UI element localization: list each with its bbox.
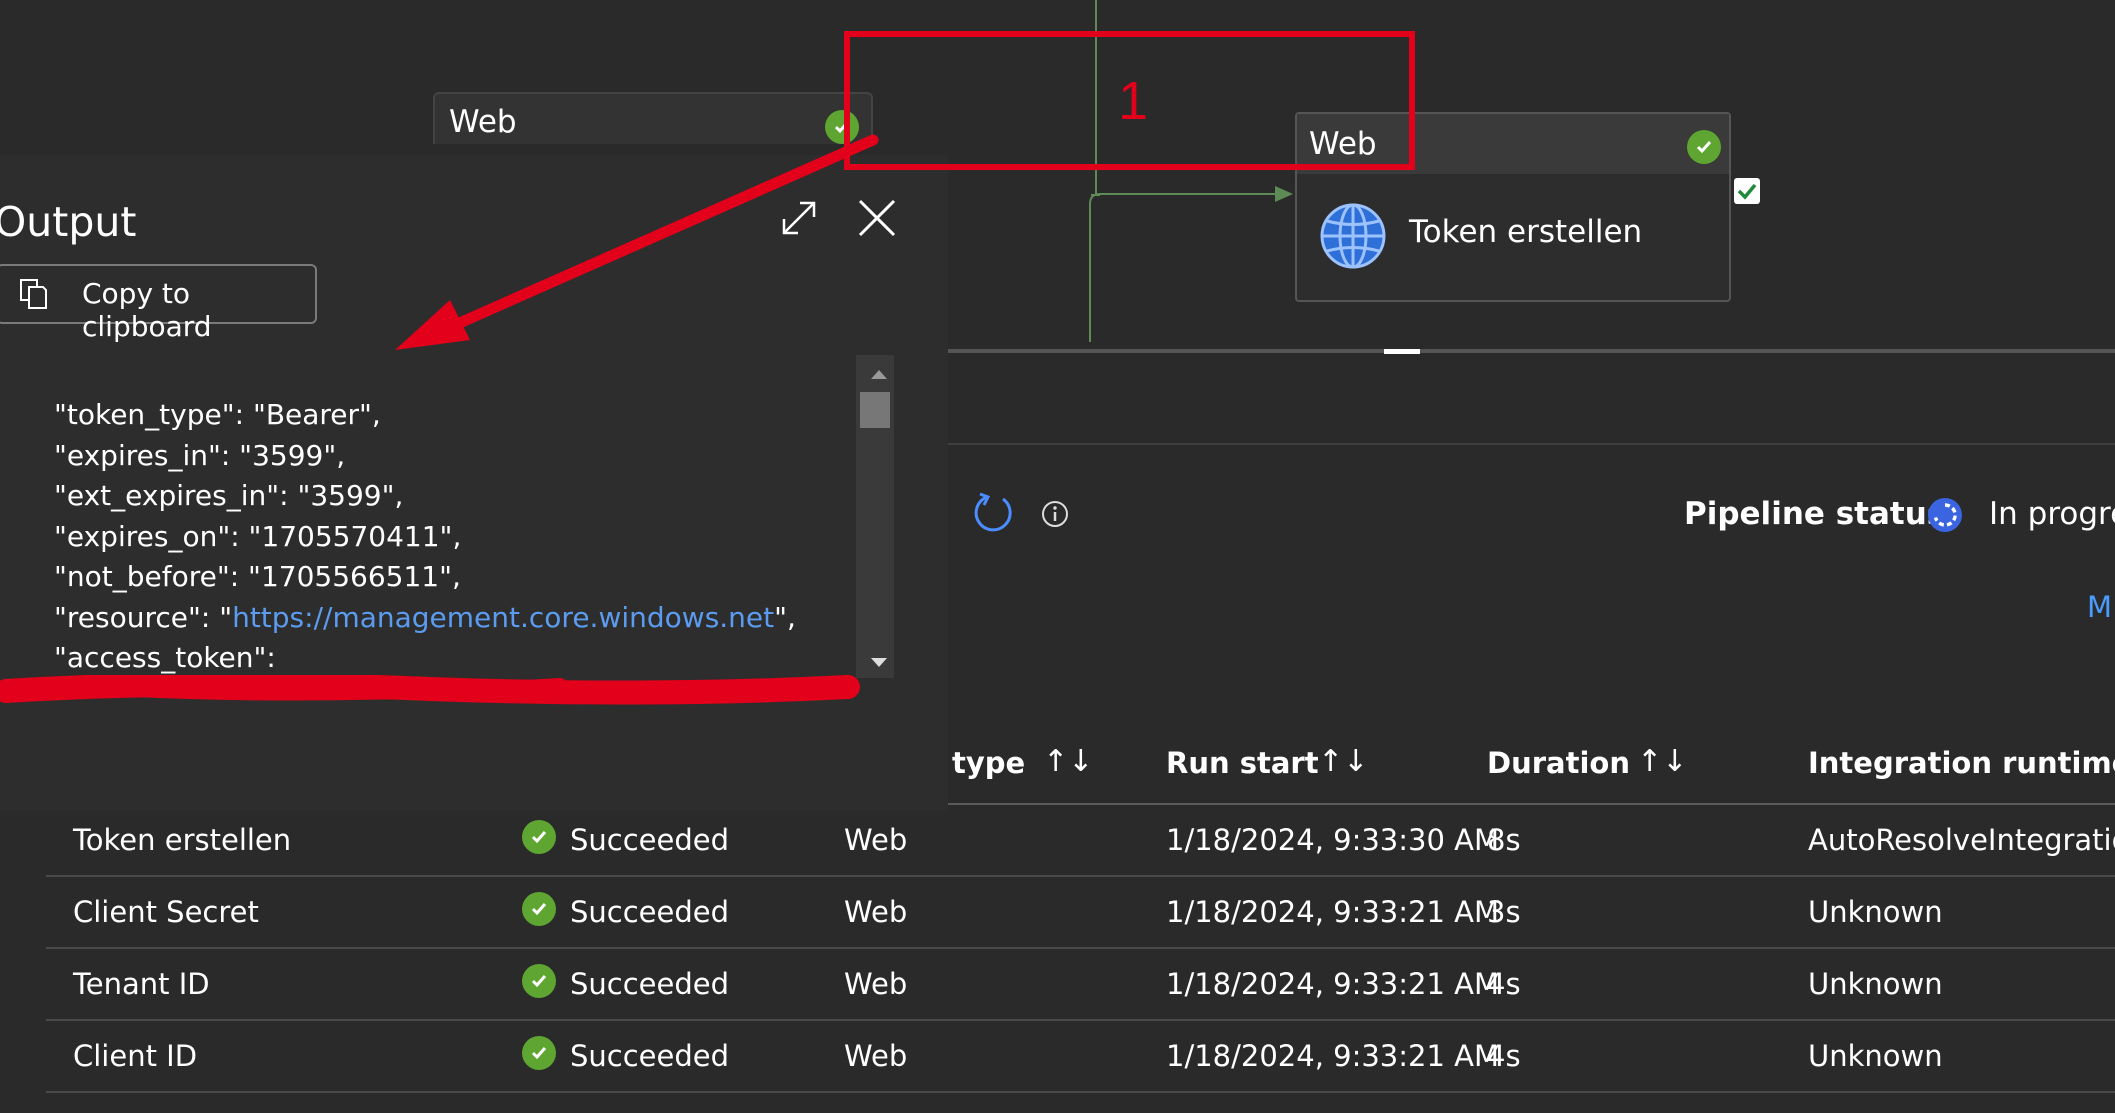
table-row[interactable]: Tenant ID Succeeded Web 1/18/2024, 9:33:…: [0, 949, 2115, 1021]
column-header-run-start[interactable]: Run start: [1166, 746, 1319, 780]
column-header-integration-runtime[interactable]: Integration runtime: [1808, 746, 2115, 780]
node-title: Web: [449, 104, 517, 140]
resource-link[interactable]: https://management.core.windows.net: [232, 601, 774, 634]
table-row[interactable]: Client ID Succeeded Web 1/18/2024, 9:33:…: [0, 1021, 2115, 1093]
run-start: 1/18/2024, 9:33:21 AM: [1166, 895, 1500, 929]
activity-node-web-left[interactable]: Web: [433, 92, 873, 144]
activity-name[interactable]: Tenant ID: [73, 967, 210, 1001]
integration-runtime: AutoResolveIntegratior: [1808, 823, 2115, 857]
copy-button-label: Copy to clipboard: [82, 277, 212, 343]
json-line: "token_type": "Bearer",: [54, 398, 381, 431]
json-line: "not_before": "1705566511",: [54, 560, 461, 593]
check-circle-icon: [522, 1036, 556, 1070]
check-circle-icon: [1687, 130, 1721, 164]
run-start: 1/18/2024, 9:33:21 AM: [1166, 1039, 1500, 1073]
activity-type: Web: [844, 823, 908, 857]
pane-divider[interactable]: [948, 349, 2115, 353]
node-label: Token erstellen: [1409, 214, 1643, 250]
activity-type: Web: [844, 895, 908, 929]
json-line: "expires_in": "3599",: [54, 438, 346, 472]
pipeline-status-value: In progre: [1989, 496, 2115, 532]
activity-name[interactable]: Client ID: [73, 1039, 197, 1073]
sort-icon[interactable]: ↑↓: [1318, 744, 1368, 779]
sort-icon[interactable]: ↑↓: [1043, 744, 1093, 779]
duration: 4s: [1487, 967, 1521, 1001]
copy-icon: [20, 279, 47, 309]
run-start: 1/18/2024, 9:33:21 AM: [1166, 967, 1500, 1001]
json-line-suffix: ",: [774, 600, 796, 634]
json-line: "ext_expires_in": "3599",: [54, 479, 404, 512]
annotation-number: 1: [1118, 71, 1149, 131]
check-circle-icon: [522, 892, 556, 926]
checkbox-icon[interactable]: [1734, 178, 1760, 204]
pipeline-status-label: Pipeline status: [1684, 496, 1946, 532]
row-separator: [46, 1091, 2115, 1093]
status-text: Succeeded: [570, 967, 730, 1001]
activity-type: Web: [844, 967, 908, 1001]
sort-icon[interactable]: ↑↓: [1637, 744, 1687, 779]
toolbar-separator: [948, 443, 2115, 445]
activity-type: Web: [844, 1039, 908, 1073]
column-header-duration[interactable]: Duration: [1487, 746, 1630, 780]
output-panel: Output Copy to clipboard "token_type": "…: [0, 155, 948, 811]
status-text: Succeeded: [570, 895, 730, 929]
info-icon[interactable]: [1040, 499, 1070, 529]
copy-to-clipboard-button[interactable]: Copy to clipboard: [0, 264, 317, 343]
duration: 8s: [1487, 823, 1521, 857]
duration: 4s: [1487, 1039, 1521, 1073]
duration: 3s: [1487, 895, 1521, 929]
activity-name[interactable]: Token erstellen: [73, 823, 291, 857]
run-start: 1/18/2024, 9:33:30 AM: [1166, 823, 1500, 857]
output-json: "token_type": "Bearer", "expires_in": "3…: [54, 395, 796, 679]
scrollbar-thumb[interactable]: [860, 392, 890, 428]
json-line-prefix: "resource": ": [54, 600, 233, 634]
table-row[interactable]: Client Secret Succeeded Web 1/18/2024, 9…: [0, 877, 2115, 949]
scroll-up-icon[interactable]: [865, 366, 893, 382]
status-text: Succeeded: [570, 823, 730, 857]
json-line: "expires_on": "1705570411",: [54, 519, 462, 553]
toolbar-link[interactable]: M: [2087, 590, 2112, 624]
progress-icon: [1928, 498, 1962, 532]
pane-divider-handle[interactable]: [1384, 349, 1420, 354]
integration-runtime: Unknown: [1808, 1039, 1943, 1073]
scroll-down-icon[interactable]: [865, 655, 893, 671]
status-text: Succeeded: [570, 1039, 730, 1073]
json-line: "access_token":: [54, 641, 276, 674]
table-row[interactable]: Token erstellen Succeeded Web 1/18/2024,…: [0, 805, 2115, 877]
check-circle-icon: [522, 820, 556, 854]
refresh-icon[interactable]: [970, 490, 1016, 536]
column-header-type[interactable]: type: [952, 746, 1025, 780]
integration-runtime: Unknown: [1808, 895, 1943, 929]
panel-title: Output: [0, 198, 137, 246]
expand-icon[interactable]: [776, 195, 822, 241]
close-icon[interactable]: [854, 195, 900, 241]
globe-icon: [1320, 203, 1386, 269]
redaction-scribble: [0, 675, 860, 705]
integration-runtime: Unknown: [1808, 967, 1943, 1001]
check-circle-icon: [522, 964, 556, 998]
activity-name[interactable]: Client Secret: [73, 895, 259, 929]
